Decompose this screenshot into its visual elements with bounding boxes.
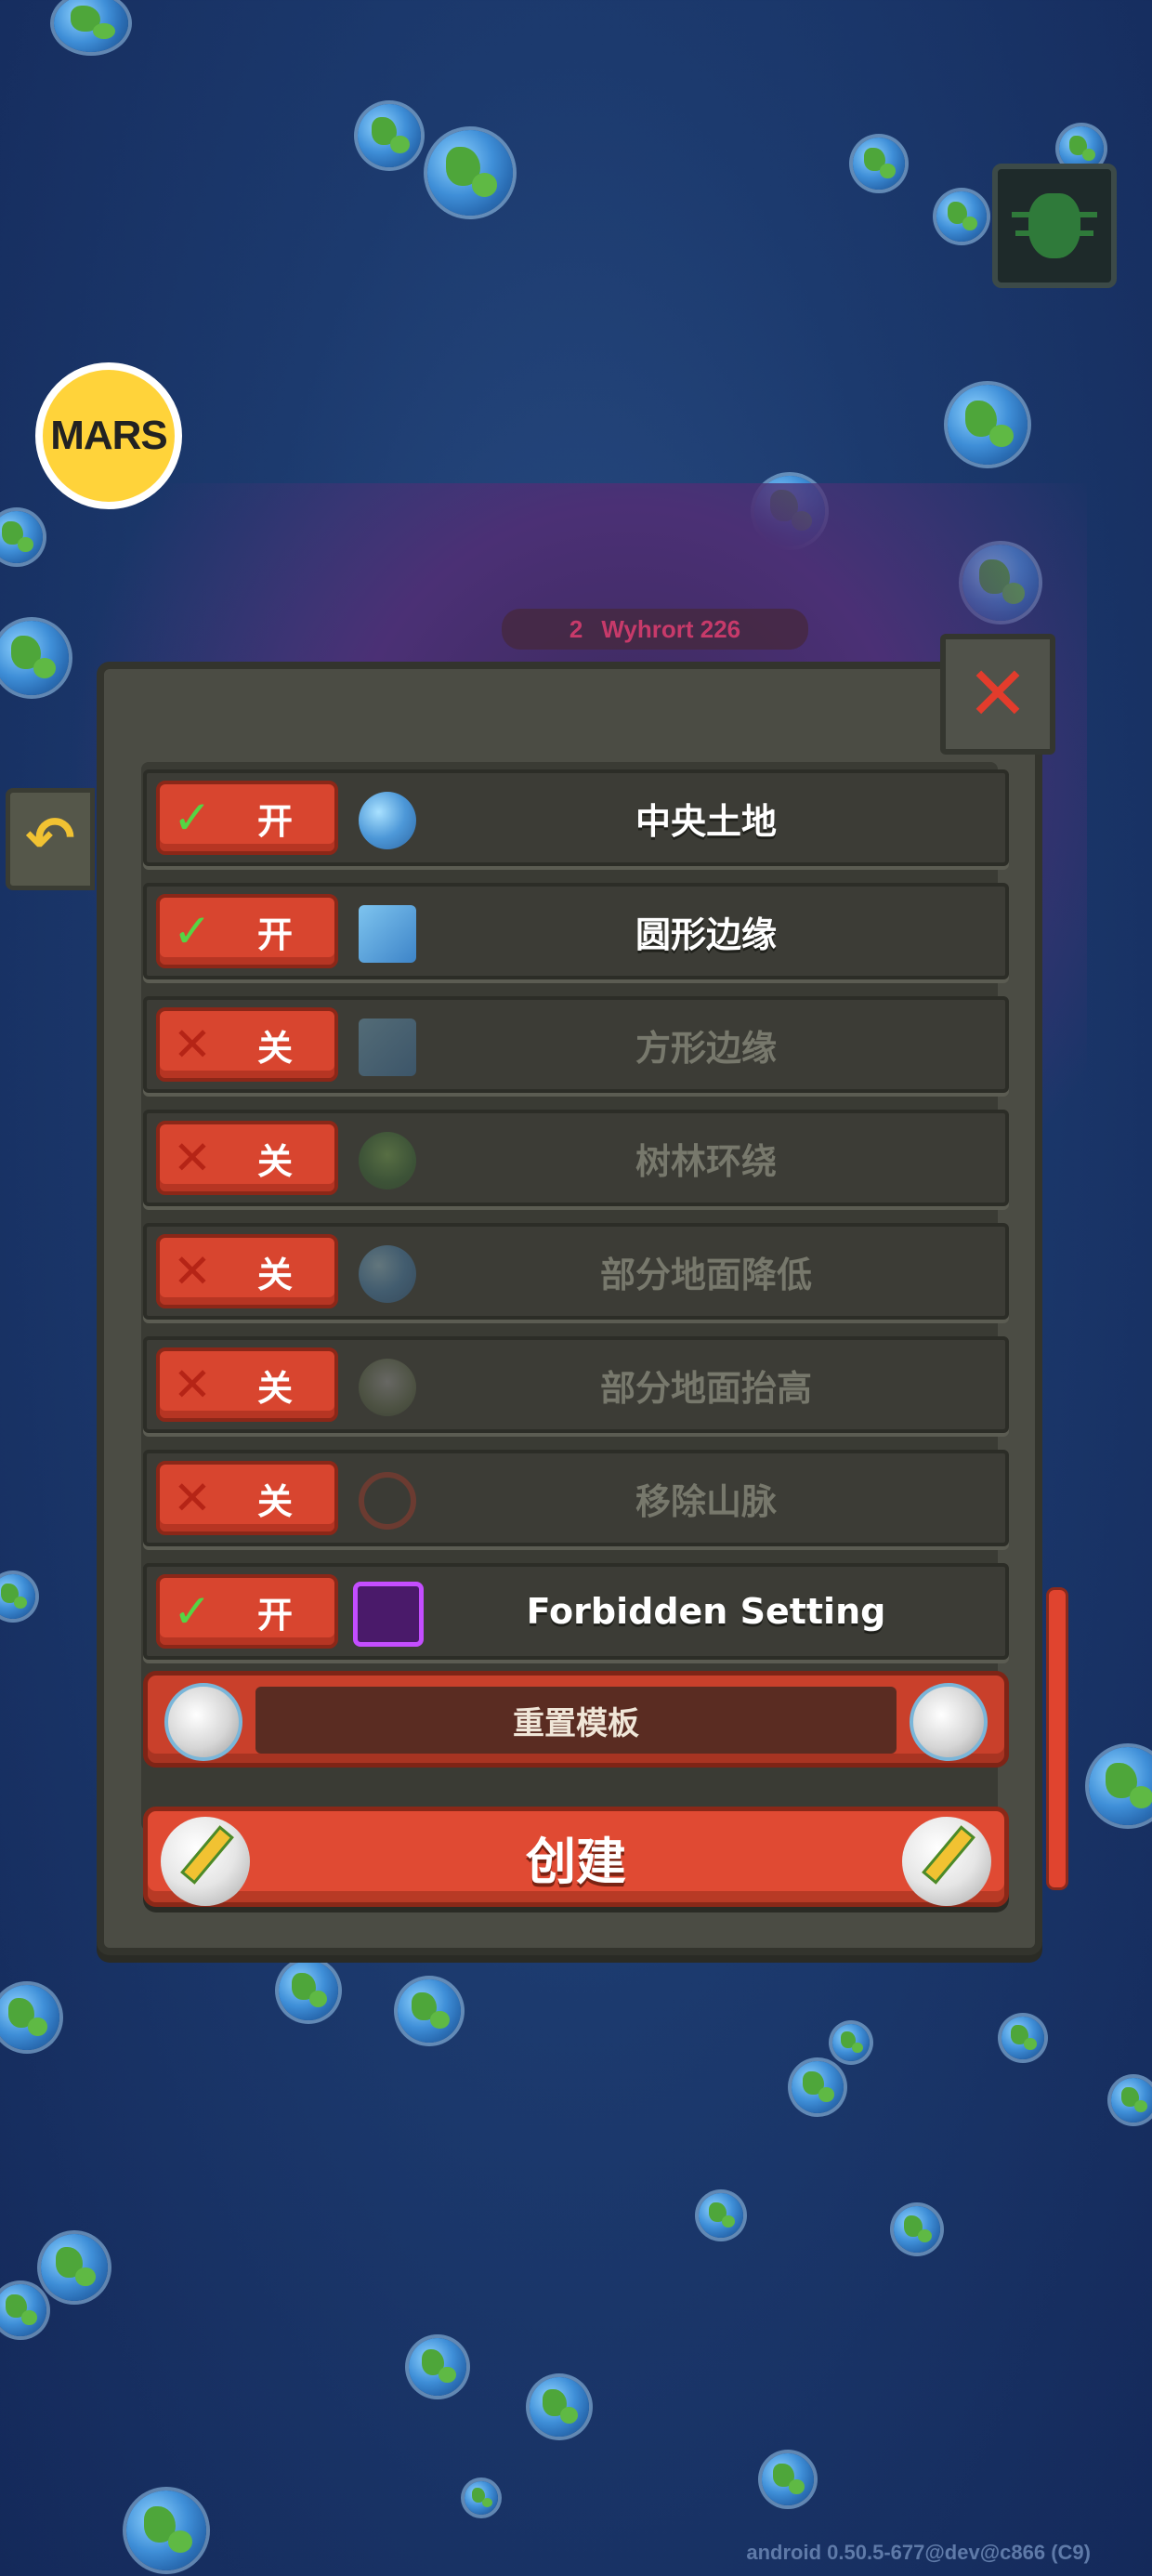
globe-decoration [427,130,513,216]
toggle-button[interactable]: ✕ 关 [156,1007,338,1082]
toggle-label: 关 [256,1254,293,1295]
toggle-label: 关 [256,1480,293,1522]
close-icon: ✕ [966,651,1029,737]
mars-badge[interactable]: MARS [35,362,182,509]
globe-decoration [0,1574,35,1619]
forbidden-setting-icon [353,1582,424,1647]
globe-decoration [279,1961,338,2020]
globe-decoration [1089,1747,1152,1825]
scrollbar[interactable] [1046,1587,1068,1890]
globe-decoration [41,2234,108,2301]
option-name: 圆形边缘 [635,913,777,955]
toggle-label: 关 [256,1367,293,1409]
game-screen: { "badge": { "label": "MARS" }, "world_t… [0,0,1152,2576]
globe-decoration [699,2193,743,2238]
globe-decoration [54,0,128,52]
option-row-forest-ring: ✕ 关 树林环绕 [143,1110,1009,1206]
create-button[interactable]: 创建 [143,1807,1009,1907]
cross-icon: ✕ [173,1131,212,1185]
globe-decoration [948,385,1028,465]
toggle-button[interactable]: ✕ 关 [156,1121,338,1195]
cross-icon: ✕ [173,1244,212,1298]
globe-decoration [409,2338,466,2396]
check-icon: ✓ [173,904,212,958]
cross-icon: ✕ [173,1358,212,1412]
option-name: 方形边缘 [635,1027,777,1069]
toggle-button[interactable]: ✕ 关 [156,1461,338,1535]
toggle-label: 开 [256,1594,293,1636]
toggle-label: 关 [256,1027,293,1069]
reset-icon [910,1683,988,1761]
spider-icon [1012,193,1097,258]
globe-decoration [530,2377,589,2437]
option-name: 移除山脉 [635,1480,777,1522]
globe-decoration [1111,2078,1152,2123]
round-edges-icon [359,905,416,963]
back-button[interactable]: ↶ [6,788,95,890]
globe-decoration [465,2481,498,2515]
option-name: 部分地面降低 [599,1254,812,1295]
toggle-button[interactable]: ✓ 开 [156,781,338,855]
option-name: 部分地面抬高 [599,1367,812,1409]
raise-ground-icon [359,1359,416,1416]
square-edges-icon [359,1019,416,1076]
globe-decoration [0,621,69,695]
check-icon: ✓ [173,791,212,845]
option-row-round-edges: ✓ 开 圆形边缘 [143,883,1009,979]
globe-decoration [358,104,421,167]
reset-label: 重置模板 [255,1687,897,1754]
option-name: 中央土地 [635,800,777,842]
reset-template-button[interactable]: 重置模板 [143,1671,1009,1768]
toggle-button[interactable]: ✓ 开 [156,894,338,968]
option-row-raise-ground: ✕ 关 部分地面抬高 [143,1336,1009,1433]
globe-decoration [398,1979,461,2043]
cross-icon: ✕ [173,1471,212,1525]
central-land-icon [359,792,416,849]
globe-decoration [0,511,43,563]
remove-mountains-icon [359,1472,416,1530]
cross-icon: ✕ [173,1018,212,1071]
toggle-button[interactable]: ✓ 开 [156,1574,338,1649]
version-label: android 0.50.5-677@dev@c866 (C9) [746,2541,1091,2564]
option-row-lower-ground: ✕ 关 部分地面降低 [143,1223,1009,1320]
create-label: 创建 [526,1832,626,1891]
globe-decoration [1001,2017,1044,2059]
option-row-remove-mountains: ✕ 关 移除山脉 [143,1450,1009,1546]
back-arrow-icon: ↶ [25,805,75,874]
reset-icon [164,1683,242,1761]
globe-decoration [762,2453,814,2505]
globe-decoration [832,2024,870,2061]
option-row-forbidden-setting: ✓ 开 Forbidden Setting [143,1563,1009,1660]
toggle-button[interactable]: ✕ 关 [156,1234,338,1308]
pencil-icon [902,1817,991,1906]
toggle-label: 开 [256,800,293,842]
option-name: Forbidden Setting [526,1591,886,1632]
forest-ring-icon [359,1132,416,1189]
world-name: Wyhrort 226 [601,614,741,643]
toggle-label: 开 [256,913,293,955]
lower-ground-icon [359,1245,416,1303]
option-name: 树林环绕 [635,1140,777,1182]
world-name-tag: 2 Wyhrort 226 [502,609,808,650]
toggle-label: 关 [256,1140,293,1182]
option-row-square-edges: ✕ 关 方形边缘 [143,996,1009,1093]
option-row-central-land: ✓ 开 中央土地 [143,769,1009,866]
globe-decoration [936,191,987,242]
globe-decoration [0,1985,59,2050]
globe-decoration [792,2061,844,2113]
check-icon: ✓ [173,1584,212,1638]
world-number: 2 [569,614,583,643]
spider-button[interactable] [992,164,1117,288]
globe-decoration [126,2491,206,2570]
pencil-icon [161,1817,250,1906]
globe-decoration [0,2284,46,2336]
globe-decoration [894,2206,940,2253]
close-button[interactable]: ✕ [940,634,1055,755]
globe-decoration [853,138,905,190]
toggle-button[interactable]: ✕ 关 [156,1347,338,1422]
